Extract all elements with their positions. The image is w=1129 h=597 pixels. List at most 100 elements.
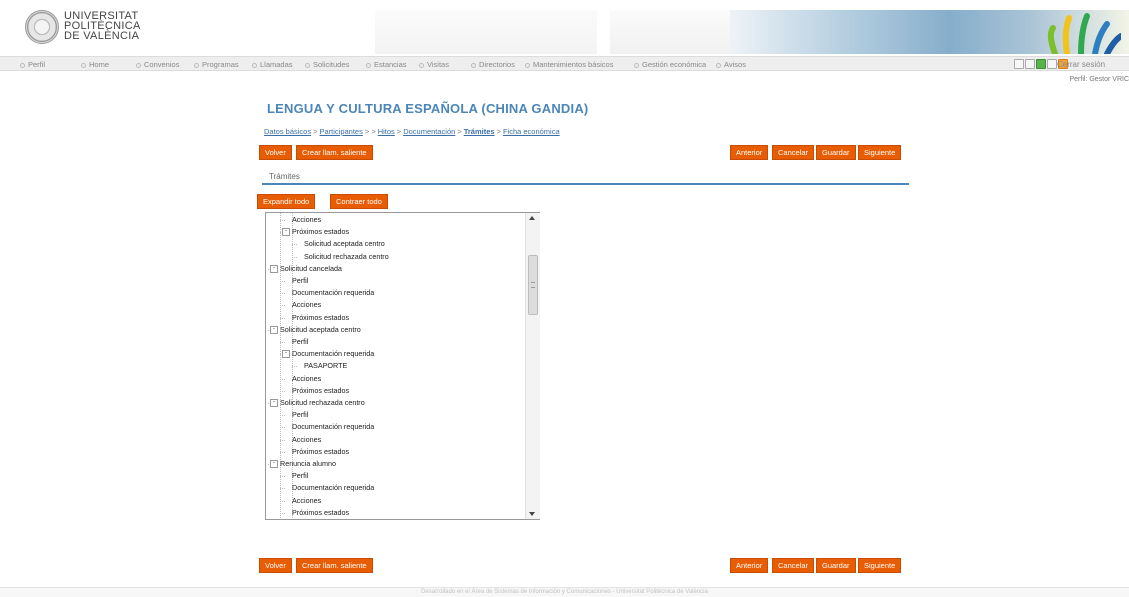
tree-node[interactable]: Documentación requerida <box>292 421 374 433</box>
tramites-tree[interactable]: Acciones - Próximos estados Solicitud acept… <box>265 212 540 520</box>
tree-connector <box>280 317 285 319</box>
menu-item-mantenimientos-basicos[interactable]: Mantenimientos básicos <box>525 60 613 69</box>
tree-node[interactable]: Próximos estados <box>292 312 349 324</box>
header-decor-block <box>610 10 730 54</box>
profile-label: Perfil: Gestor VRIC <box>1069 76 1129 83</box>
tree-connector <box>280 500 285 502</box>
breadcrumb-ficha-economica[interactable]: Ficha económica <box>503 127 560 136</box>
bullet-icon <box>471 62 476 68</box>
language-es-icon[interactable] <box>1014 59 1024 70</box>
bullet-icon <box>366 62 371 68</box>
header-decor-block <box>375 10 597 54</box>
breadcrumb-tramites[interactable]: Trámites <box>464 127 495 136</box>
tree-node[interactable]: Próximos estados <box>292 226 349 238</box>
tree-connector <box>280 342 285 343</box>
language-va-icon[interactable] <box>1025 59 1035 70</box>
tree-node[interactable]: Documentación requerida <box>292 482 374 494</box>
bullet-icon <box>525 62 530 68</box>
tree-connector <box>280 220 285 221</box>
save-button-bottom[interactable]: Guardar <box>816 558 856 573</box>
tree-connector <box>280 488 285 490</box>
accessibility-icon[interactable] <box>1036 59 1046 70</box>
header: UNIVERSITAT POLITÈCNICA DE VALÈNCIA <box>0 0 1129 54</box>
tree-node[interactable]: Renuncia alumno <box>280 458 336 470</box>
scroll-down-arrow-icon[interactable] <box>529 512 535 516</box>
tree-node[interactable]: Próximos estados <box>292 446 349 458</box>
tree-node[interactable]: Solicitud rechazada centro <box>280 397 365 409</box>
bullet-icon <box>81 62 86 68</box>
menu-item-programas[interactable]: Programas <box>194 60 239 69</box>
tree-collapse-toggle-icon[interactable]: - <box>270 460 278 468</box>
tree-node[interactable]: Próximos estados <box>292 507 349 519</box>
scroll-up-arrow-icon[interactable] <box>529 216 535 220</box>
help-icon[interactable] <box>1047 59 1057 70</box>
menu-item-label: Avisos <box>724 60 746 69</box>
breadcrumb: Datos básicos > Participantes > > Hitos > Docu… <box>264 127 560 136</box>
menu-item-label: Perfil <box>28 60 46 69</box>
menu-item-gestion-economica[interactable]: Gestión económica <box>634 60 706 69</box>
menu-item-home[interactable]: Home <box>81 60 109 69</box>
tree-node[interactable]: PASAPORTE <box>304 360 347 372</box>
menu-item-label: Convenios <box>144 60 180 69</box>
tree-node[interactable]: Acciones <box>292 214 321 226</box>
tree-collapse-toggle-icon[interactable]: - <box>282 350 290 359</box>
back-button-bottom[interactable]: Volver <box>259 558 292 573</box>
menu-item-avisos[interactable]: Avisos <box>716 60 746 69</box>
menu-item-visitas[interactable]: Visitas <box>419 60 449 69</box>
breadcrumb-datos-basicos[interactable]: Datos básicos <box>264 127 311 136</box>
tree-collapse-toggle-icon[interactable]: - <box>270 325 278 334</box>
university-name-logo: UNIVERSITAT POLITÈCNICA DE VALÈNCIA <box>64 11 141 42</box>
tree-node[interactable]: Perfil <box>292 275 308 287</box>
tree-guide-line <box>280 213 281 519</box>
tree-node[interactable]: Perfil <box>292 470 308 482</box>
tree-node[interactable]: Solicitud rechazada centro <box>304 251 389 263</box>
tree-node[interactable]: Documentación requerida <box>292 348 374 360</box>
menu-item-estancias[interactable]: Estancias <box>366 60 407 69</box>
tree-node[interactable]: Perfil <box>292 409 308 421</box>
tree-scrollbar[interactable] <box>525 213 540 519</box>
footer-text: Desarrollado en el Área de Sistemas de I… <box>421 589 708 595</box>
breadcrumb-documentacion[interactable]: Documentación <box>403 127 455 136</box>
collapse-all-button[interactable]: Contraer todo <box>330 194 388 209</box>
menu-item-solicitudes[interactable]: Solicitudes <box>305 60 349 69</box>
next-button-bottom[interactable]: Siguiente <box>858 558 902 573</box>
expand-all-button[interactable]: Expandir todo <box>257 194 316 209</box>
scrollbar-thumb[interactable] <box>528 255 538 315</box>
tree-node[interactable]: Acciones <box>292 299 321 311</box>
cancel-button-bottom[interactable]: Cancelar <box>772 558 815 573</box>
menu-item-label: Solicitudes <box>313 60 350 69</box>
logout-link[interactable]: Cerrar sesión <box>1057 60 1105 69</box>
tree-node[interactable]: Acciones <box>292 495 321 507</box>
tree-node[interactable]: Acciones <box>292 373 321 385</box>
menu-item-directorios[interactable]: Directorios <box>471 60 515 69</box>
tree-node[interactable]: Solicitud aceptada centro <box>280 324 361 336</box>
tree-node[interactable]: Documentación requerida <box>292 287 374 299</box>
menu-item-llamadas[interactable]: Llamadas <box>252 60 293 69</box>
previous-button-bottom[interactable]: Anterior <box>730 558 769 573</box>
menu-item-perfil[interactable]: Perfil <box>20 60 45 69</box>
tree-node[interactable]: Solicitud aceptada centro <box>304 238 385 250</box>
tree-collapse-toggle-icon[interactable]: - <box>270 399 278 407</box>
breadcrumb-participantes[interactable]: Participantes <box>320 127 363 136</box>
tree-connector <box>280 415 285 417</box>
tree-node[interactable]: Acciones <box>292 434 321 446</box>
tree-collapse-toggle-icon[interactable]: - <box>270 264 278 273</box>
bullet-icon <box>194 62 199 68</box>
breadcrumb-hitos[interactable]: Hitos <box>378 127 395 136</box>
back-button[interactable]: Volver <box>259 145 292 160</box>
menu-item-convenios[interactable]: Convenios <box>136 60 179 69</box>
tree-node[interactable]: Próximos estados <box>292 385 349 397</box>
bullet-icon <box>20 62 25 68</box>
tree-node[interactable]: Solicitud cancelada <box>280 263 342 275</box>
bullet-icon <box>634 62 639 68</box>
previous-button[interactable]: Anterior <box>730 145 769 160</box>
save-button[interactable]: Guardar <box>816 145 856 160</box>
tree-collapse-toggle-icon[interactable]: - <box>282 228 290 237</box>
menu-item-label: Directorios <box>479 60 515 69</box>
cancel-button[interactable]: Cancelar <box>772 145 815 160</box>
create-outgoing-call-button-bottom[interactable]: Crear llam. saliente <box>296 558 373 573</box>
tree-node[interactable]: Perfil <box>292 336 308 348</box>
next-button[interactable]: Siguiente <box>858 145 902 160</box>
breadcrumb-separator: > <box>457 127 462 136</box>
create-outgoing-call-button[interactable]: Crear llam. saliente <box>296 145 373 160</box>
